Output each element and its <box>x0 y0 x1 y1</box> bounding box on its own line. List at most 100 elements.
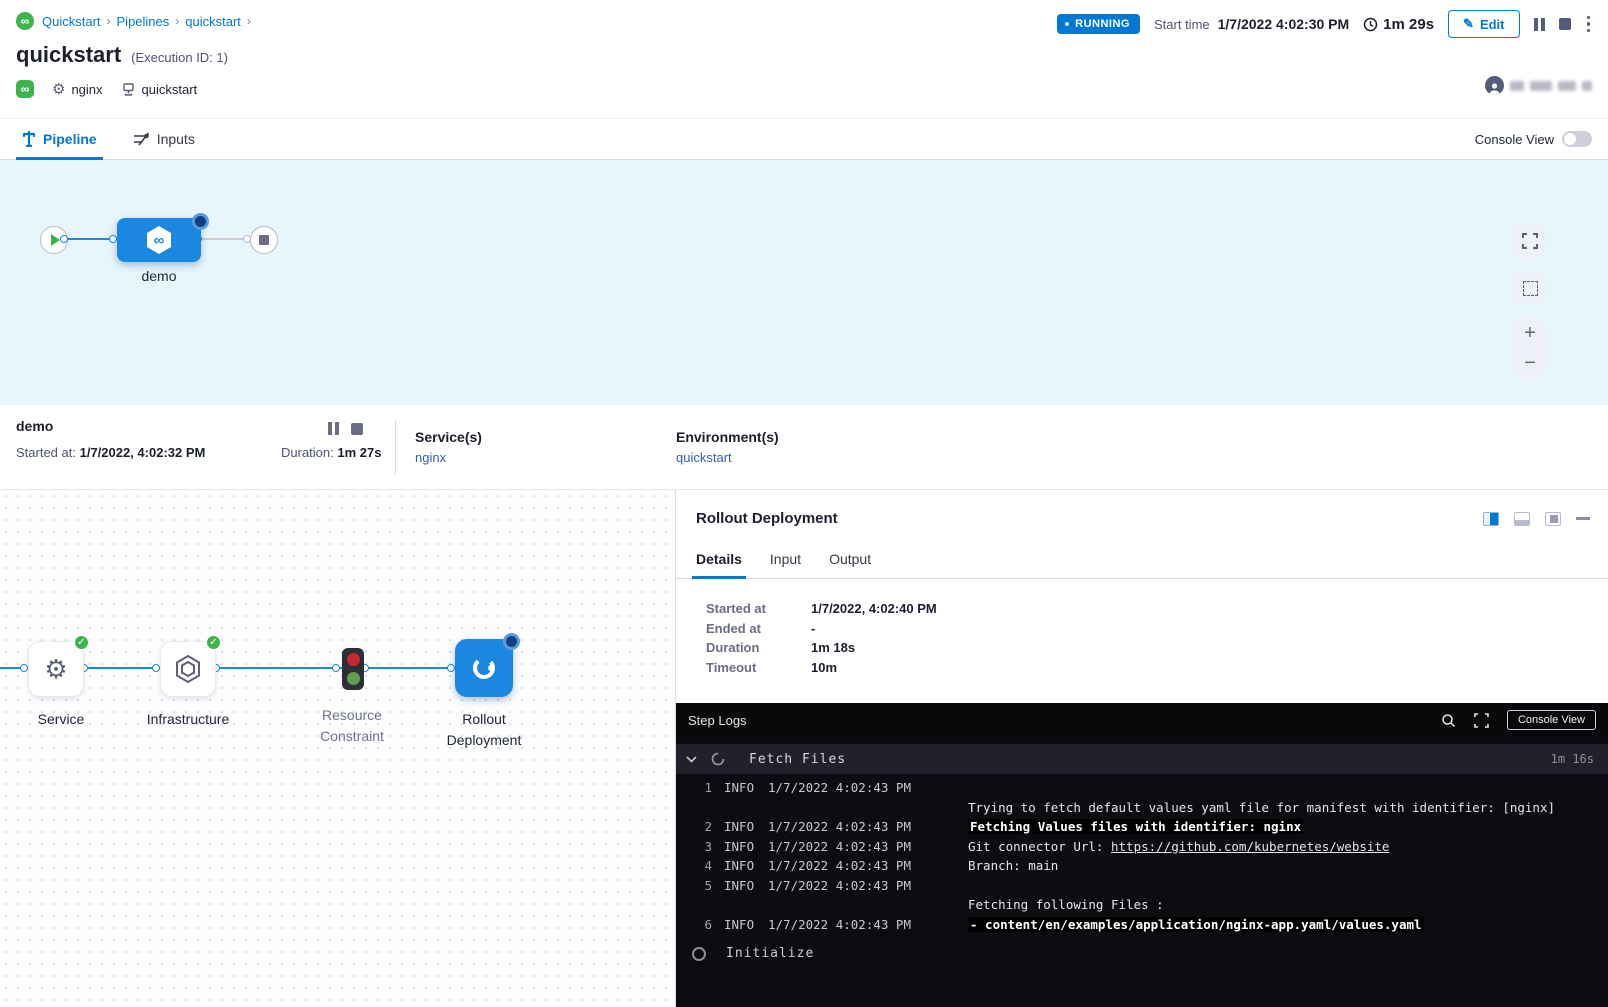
stage-started-at: Started at: 1/7/2022, 4:02:32 PM <box>16 445 205 460</box>
edge-dot <box>447 664 455 672</box>
step-node-resource-constraint[interactable] <box>342 648 364 690</box>
status-badge: RUNNING <box>1057 14 1140 34</box>
stage-node-demo[interactable]: ∞ <box>117 218 201 262</box>
tags-row: ∞ ⚙ nginx quickstart <box>16 80 197 98</box>
more-options-button[interactable] <box>1585 14 1593 35</box>
console-view-toggle-wrap: Console View <box>1475 119 1592 159</box>
stage-duration: Duration: 1m 27s <box>281 445 381 460</box>
log-section-fetch-files[interactable]: Fetch Files 1m 16s <box>676 744 1608 774</box>
panel-layout-controls <box>1483 512 1590 526</box>
red-light-icon <box>347 653 360 666</box>
edge-dot <box>109 235 117 243</box>
log-section-initialize[interactable]: Initialize <box>676 934 1608 961</box>
pencil-icon: ✎ <box>1463 16 1474 32</box>
tab-input[interactable]: Input <box>770 551 801 578</box>
search-icon[interactable] <box>1441 713 1456 728</box>
pipeline-canvas[interactable]: ∞ demo + − <box>0 160 1608 405</box>
tab-details[interactable]: Details <box>696 551 742 578</box>
gear-icon: ⚙ <box>44 656 67 682</box>
log-line: 3INFO1/7/2022 4:02:43 PMGit connector Ur… <box>686 837 1608 857</box>
expand-logs-icon[interactable] <box>1474 713 1489 728</box>
chevron-right-icon: › <box>247 14 251 28</box>
edge <box>216 667 343 669</box>
step-label-infrastructure: Infrastructure <box>123 709 253 730</box>
step-logs-panel: Step Logs Console View Fetch Files 1m 16… <box>676 703 1608 1007</box>
pending-circle-icon <box>692 947 706 961</box>
play-icon <box>51 234 60 246</box>
start-time-value: 1/7/2022 4:02:30 PM <box>1218 16 1350 32</box>
services-label: Service(s) <box>415 429 482 445</box>
step-detail-rows: Started at1/7/2022, 4:02:40 PM Ended at-… <box>676 579 1608 677</box>
end-node[interactable] <box>250 226 278 254</box>
layout-split-right-icon[interactable] <box>1483 512 1499 526</box>
pause-execution-button[interactable] <box>1534 18 1545 31</box>
step-node-rollout-deployment[interactable] <box>455 639 513 697</box>
selection-mode-button[interactable] <box>1513 271 1547 305</box>
environment-link[interactable]: quickstart <box>676 450 732 465</box>
tab-inputs[interactable]: Inputs <box>127 119 201 159</box>
edge-dot <box>152 664 160 672</box>
inputs-icon <box>133 132 150 147</box>
elapsed-time: 1m 29s <box>1363 16 1434 33</box>
log-line: 2INFO1/7/2022 4:02:43 PMFetching Values … <box>686 817 1608 837</box>
avatar[interactable] <box>1485 76 1504 95</box>
loading-spinner-icon <box>711 752 725 766</box>
chevron-right-icon: › <box>175 14 179 28</box>
log-section-name: Fetch Files <box>749 752 846 767</box>
breadcrumb-link-pipelines[interactable]: Pipelines <box>117 14 170 29</box>
log-section-name: Initialize <box>726 946 814 961</box>
redacted-user-info <box>1510 81 1592 91</box>
edge <box>84 667 160 669</box>
gear-icon: ⚙ <box>52 82 65 97</box>
log-line: Trying to fetch default values yaml file… <box>686 798 1608 818</box>
edit-button[interactable]: ✎ Edit <box>1448 10 1519 38</box>
git-connector-link[interactable]: https://github.com/kubernetes/website <box>1111 839 1389 854</box>
stage-execution-canvas[interactable]: ⚙ ✓ Service ✓ Infrastructure Resource Co… <box>0 490 675 1007</box>
step-label-rollout-deployment: Rollout Deployment <box>419 709 549 751</box>
breadcrumb-link-pipeline[interactable]: quickstart <box>185 14 241 29</box>
status-dot-icon <box>1065 22 1069 26</box>
execution-meta: RUNNING Start time 1/7/2022 4:02:30 PM 1… <box>1057 10 1592 38</box>
console-view-toggle[interactable] <box>1562 131 1592 147</box>
divider <box>395 420 396 475</box>
layout-right-panel-icon[interactable] <box>1545 512 1561 526</box>
environment-tag[interactable]: quickstart <box>121 82 198 97</box>
detail-row: Ended at- <box>706 619 1588 639</box>
layout-bottom-panel-icon[interactable] <box>1514 512 1530 526</box>
breadcrumb-link-quickstart[interactable]: Quickstart <box>42 14 101 29</box>
view-tabbar: Pipeline Inputs Console View <box>0 118 1608 160</box>
stop-execution-button[interactable] <box>1559 18 1571 30</box>
chevron-right-icon: › <box>107 14 111 28</box>
console-view-button[interactable]: Console View <box>1507 710 1596 730</box>
detail-row: Timeout10m <box>706 658 1588 678</box>
fullscreen-button[interactable] <box>1513 224 1547 258</box>
title-row: quickstart (Execution ID: 1) <box>16 42 228 68</box>
step-label-resource-constraint: Resource Constraint <box>287 705 417 747</box>
log-line: 5INFO1/7/2022 4:02:43 PM <box>686 876 1608 896</box>
edge-dot <box>60 235 68 243</box>
service-link[interactable]: nginx <box>415 450 446 465</box>
green-light-icon <box>347 672 360 685</box>
zoom-out-button[interactable]: − <box>1513 348 1547 378</box>
success-check-icon: ✓ <box>73 634 90 651</box>
step-logs-header: Step Logs Console View <box>676 703 1608 737</box>
zoom-in-button[interactable]: + <box>1513 318 1547 348</box>
minimize-panel-icon[interactable] <box>1576 517 1590 520</box>
zoom-controls: + − <box>1513 318 1547 378</box>
service-tag[interactable]: ⚙ nginx <box>52 82 103 97</box>
step-node-infrastructure[interactable]: ✓ <box>160 641 216 697</box>
stop-stage-button[interactable] <box>351 423 363 435</box>
environments-label: Environment(s) <box>676 429 779 445</box>
log-section-duration: 1m 16s <box>1551 752 1594 766</box>
execution-id: (Execution ID: 1) <box>131 50 228 65</box>
step-node-service[interactable]: ⚙ ✓ <box>28 641 84 697</box>
environment-icon <box>121 82 136 97</box>
pause-stage-button[interactable] <box>328 422 339 435</box>
stop-icon <box>259 235 269 245</box>
edge-dot <box>332 664 340 672</box>
rollout-icon <box>470 654 498 682</box>
tab-output[interactable]: Output <box>829 551 871 578</box>
step-panel-title: Rollout Deployment <box>696 510 838 527</box>
stage-info-bar: demo Started at: 1/7/2022, 4:02:32 PM Du… <box>0 405 1608 490</box>
tab-pipeline[interactable]: Pipeline <box>16 119 103 159</box>
